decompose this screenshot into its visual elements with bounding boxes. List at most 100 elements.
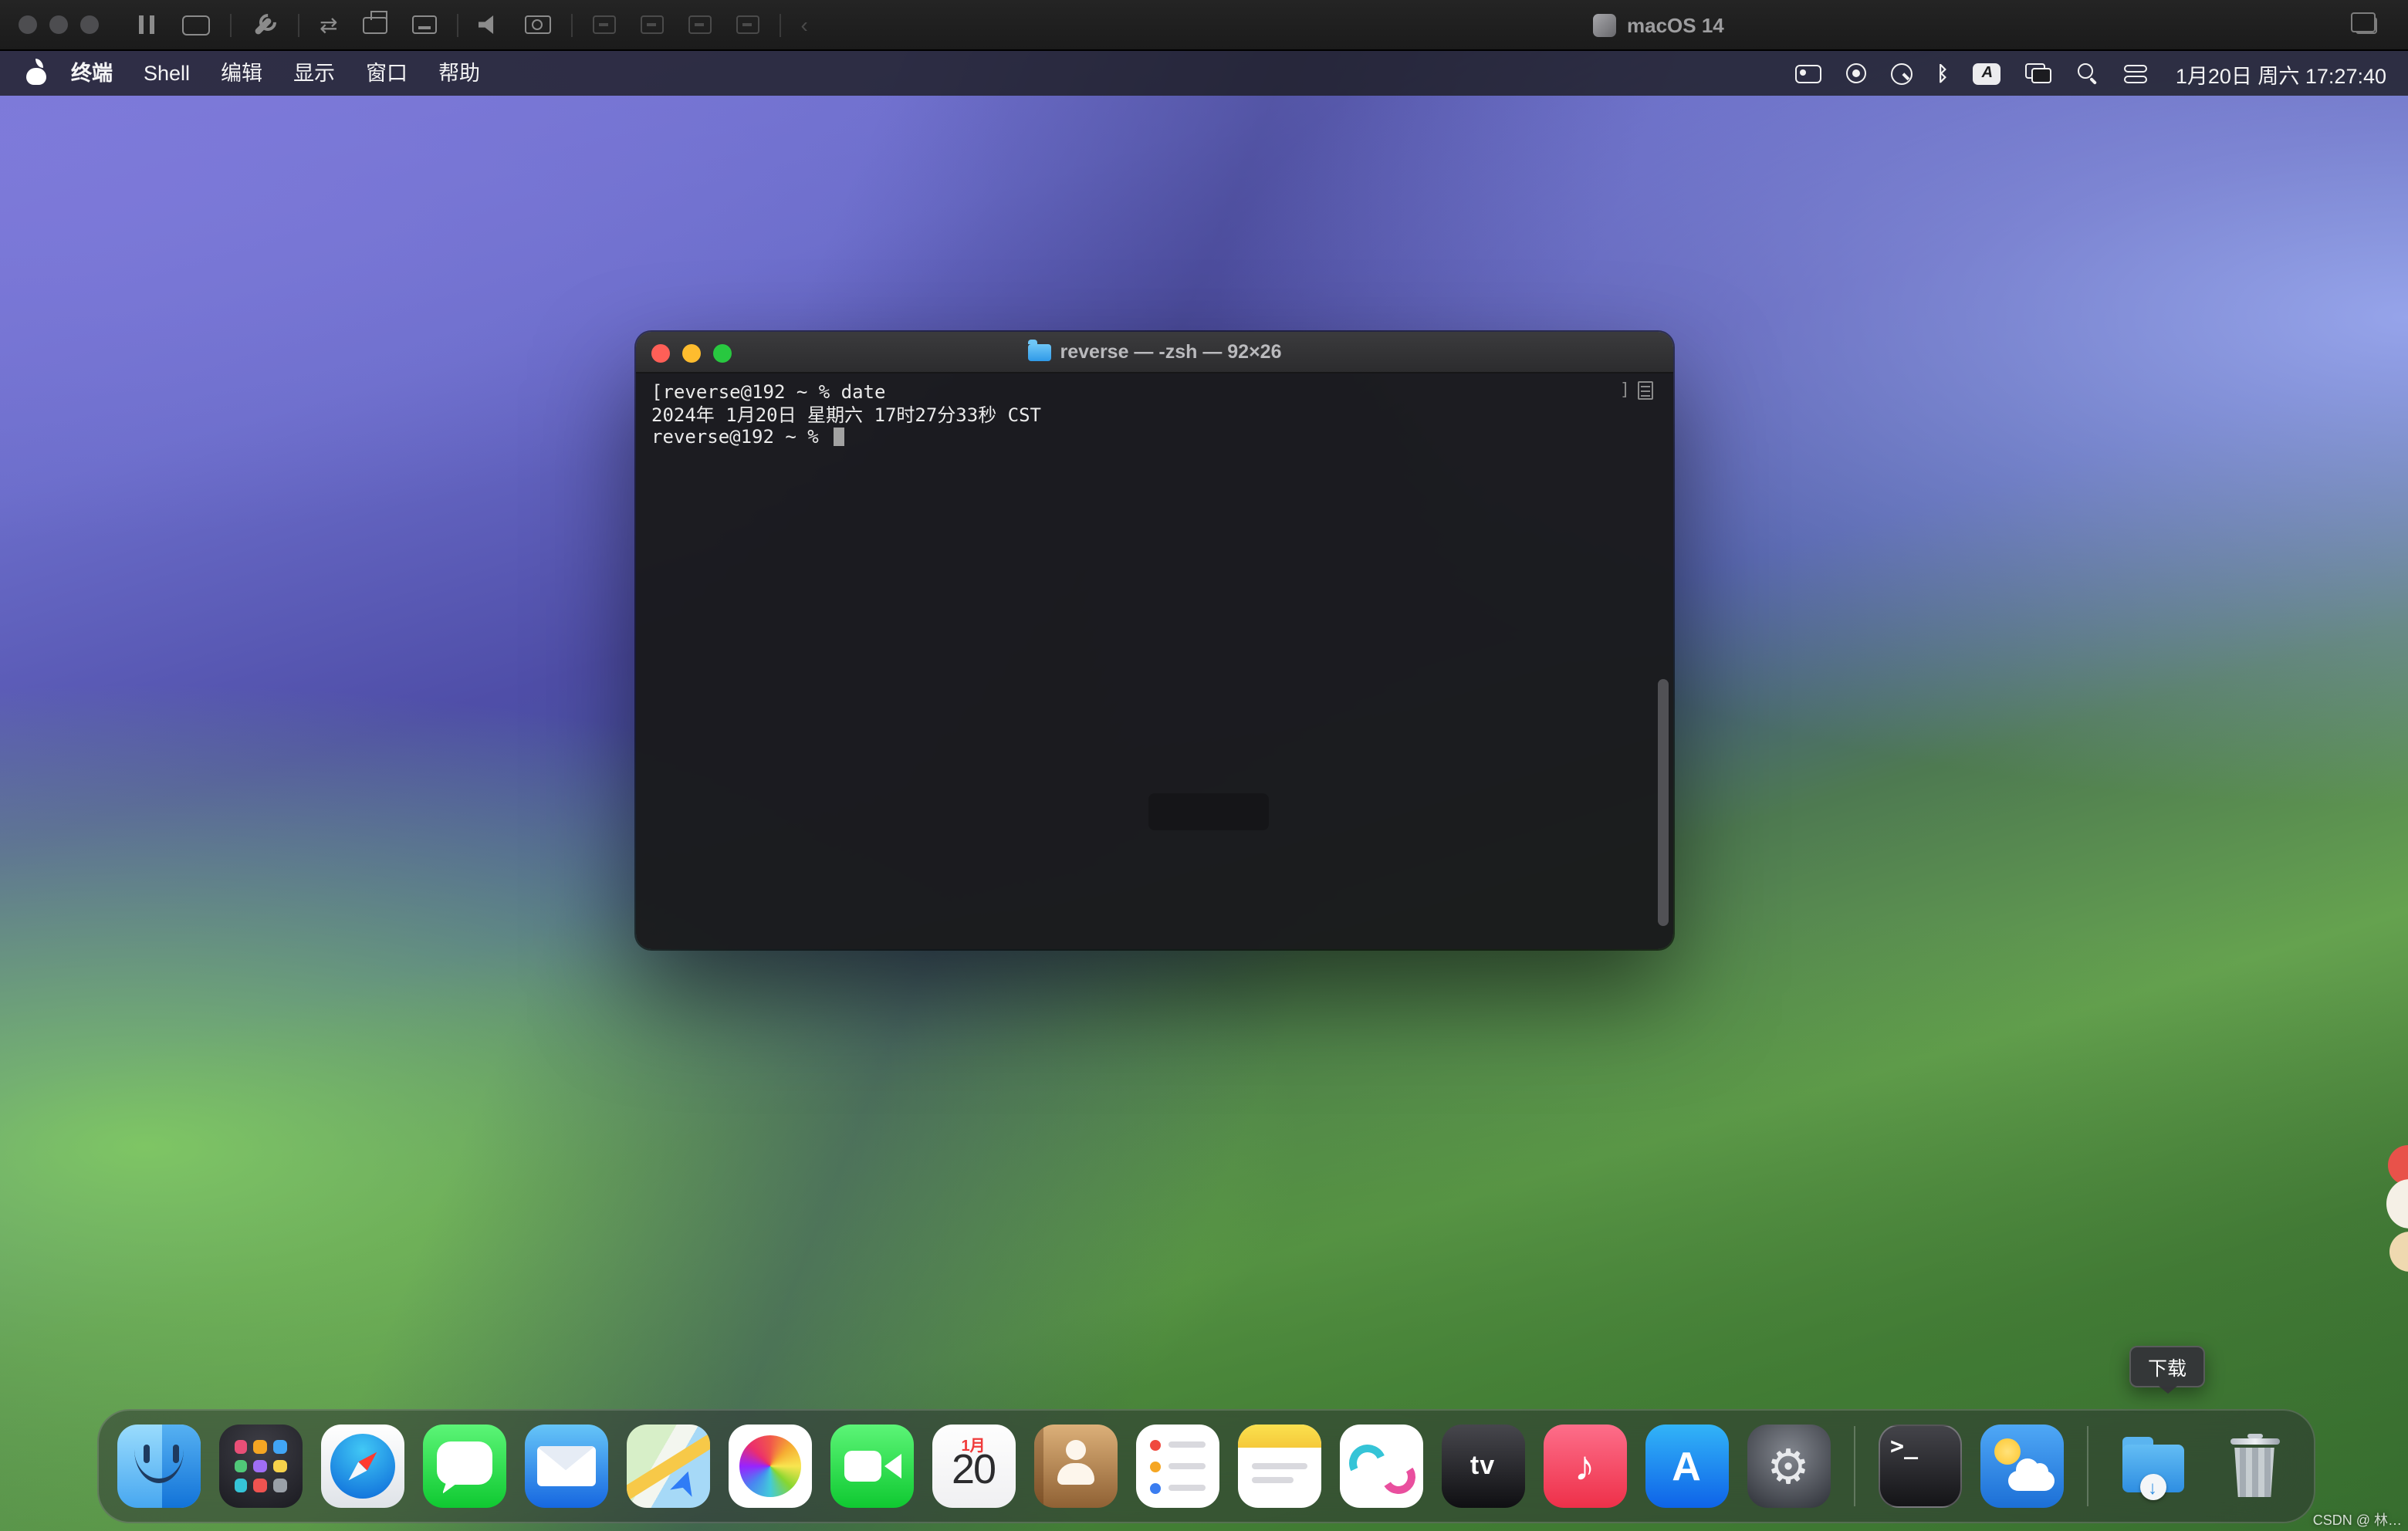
pause-icon[interactable] — [136, 15, 157, 34]
dock-maps-icon[interactable] — [626, 1425, 709, 1508]
bluetooth-icon[interactable]: ᛒ — [1924, 51, 1961, 96]
artifact-smudge — [1148, 793, 1269, 830]
vm-zoom-button[interactable] — [80, 15, 99, 34]
terminal-titlebar[interactable]: reverse — -zsh — 92×26 — [636, 332, 1673, 373]
inspector-icon[interactable] — [1638, 382, 1653, 400]
camera-icon[interactable] — [524, 15, 550, 34]
scrollbar-thumb[interactable] — [1658, 679, 1669, 926]
menu-bar: 终端 Shell 编辑 显示 窗口 帮助 ᛒ A 1月20日 周六 17:27:… — [0, 51, 2408, 96]
apple-menu-icon[interactable] — [15, 51, 56, 96]
terminal-prompt-text: reverse@192 ~ % — [651, 426, 830, 448]
menu-edit[interactable]: 编辑 — [205, 51, 278, 96]
dock-tv-icon[interactable]: tv — [1441, 1425, 1524, 1508]
dock-terminal-icon[interactable]: >_ — [1878, 1425, 1961, 1508]
download-arrow-glyph: ↓ — [2148, 1478, 2157, 1496]
dock-system-settings-icon[interactable]: ⚙ — [1747, 1425, 1830, 1508]
toolbar-separator — [779, 13, 780, 36]
prompt-mark-open: [ — [651, 381, 662, 403]
toolbar-separator — [230, 13, 232, 36]
vm-minimize-button[interactable] — [49, 15, 68, 34]
network-icon[interactable] — [640, 15, 663, 34]
appstore-glyph: A — [1672, 1446, 1701, 1486]
menu-window[interactable]: 窗口 — [350, 51, 423, 96]
dock-freeform-icon[interactable] — [1339, 1425, 1422, 1508]
dock-finder-icon[interactable] — [117, 1425, 200, 1508]
vm-title: macOS 14 — [1593, 0, 1724, 51]
dock-facetime-icon[interactable] — [830, 1425, 913, 1508]
restore-window-icon[interactable] — [2356, 16, 2377, 33]
input-source-label: A — [1973, 63, 2001, 84]
tv-icon-label: tv — [1470, 1451, 1495, 1482]
terminal-line-output: 2024年 1月20日 星期六 17时27分33秒 CST — [651, 404, 1658, 426]
dock-trash-icon[interactable] — [2213, 1425, 2296, 1508]
terminal-line-prompt: reverse@192 ~ % — [651, 426, 1658, 448]
dock-notes-icon[interactable] — [1237, 1425, 1321, 1508]
dock-appstore-icon[interactable]: A — [1645, 1425, 1728, 1508]
terminal-window-controls — [651, 344, 732, 363]
dock: 1月 20 tv ♪ A ⚙ >_ — [97, 1409, 2315, 1523]
usb-icon[interactable] — [592, 15, 615, 34]
snapshot-icon[interactable] — [736, 15, 759, 34]
input-source-icon[interactable]: A — [1961, 51, 2014, 96]
downloads-tooltip: 下载 — [2129, 1346, 2205, 1387]
macos-badge-icon — [1593, 14, 1616, 37]
dock-separator — [2086, 1426, 2088, 1506]
dock-reminders-icon[interactable] — [1135, 1425, 1219, 1508]
airplay-icon[interactable] — [1833, 51, 1878, 96]
zoom-button[interactable] — [713, 344, 732, 363]
settings-wrench-icon[interactable] — [252, 12, 278, 37]
resize-arrows-icon[interactable]: ⇄ — [320, 14, 337, 35]
terminal-glyph: >_ — [1890, 1432, 1918, 1460]
desktop-sticker — [2379, 1145, 2408, 1293]
screen-mirroring-icon[interactable] — [2014, 51, 2065, 96]
terminal-command-text: reverse@192 ~ % date — [662, 381, 885, 403]
vm-close-button[interactable] — [19, 15, 37, 34]
dock-messages-icon[interactable] — [422, 1425, 506, 1508]
dock-contacts-icon[interactable] — [1033, 1425, 1117, 1508]
display-status-icon[interactable] — [1782, 51, 1833, 96]
menu-view[interactable]: 显示 — [278, 51, 350, 96]
menu-terminal[interactable]: 终端 — [56, 51, 128, 96]
terminal-title: reverse — -zsh — 92×26 — [1028, 341, 1282, 363]
spotlight-icon[interactable] — [2065, 51, 2112, 96]
control-center-icon[interactable] — [2112, 51, 2160, 96]
virtual-machine-display-icon[interactable] — [182, 15, 210, 35]
minimize-button[interactable] — [682, 344, 701, 363]
terminal-margin-marks: ] — [1620, 380, 1653, 402]
chevron-left-icon[interactable]: ‹ — [800, 14, 807, 35]
terminal-cursor — [833, 428, 844, 446]
vm-toolbar: ⇄ ‹ macOS 14 — [0, 0, 2408, 51]
menu-bar-status: ᛒ A 1月20日 周六 17:27:40 — [1782, 51, 2393, 96]
vm-title-label: macOS 14 — [1627, 14, 1724, 37]
dock-music-icon[interactable]: ♪ — [1543, 1425, 1626, 1508]
terminal-title-label: reverse — -zsh — 92×26 — [1060, 341, 1282, 363]
terminal-window[interactable]: reverse — -zsh — 92×26 [reverse@192 ~ % … — [636, 332, 1673, 949]
menu-help[interactable]: 帮助 — [423, 51, 495, 96]
toolbar-separator — [570, 13, 572, 36]
dock-photos-icon[interactable] — [728, 1425, 811, 1508]
screen: ⇄ ‹ macOS 14 终端 Shell 编辑 显示 窗口 帮助 — [0, 0, 2408, 1531]
menu-shell[interactable]: Shell — [128, 51, 205, 96]
downloads-tooltip-label: 下载 — [2148, 1358, 2186, 1380]
dock-weather-icon[interactable] — [1980, 1425, 2063, 1508]
music-note-glyph: ♪ — [1574, 1445, 1595, 1487]
toolbar-separator — [298, 13, 299, 36]
calendar-day-label: 20 — [932, 1446, 1015, 1494]
dock-downloads-icon[interactable]: ↓ — [2111, 1425, 2194, 1508]
sound-icon[interactable] — [478, 15, 499, 34]
dock-launchpad-icon[interactable] — [218, 1425, 302, 1508]
close-button[interactable] — [651, 344, 670, 363]
toolbar-separator — [456, 13, 458, 36]
dock-mail-icon[interactable] — [524, 1425, 607, 1508]
vm-window-controls — [19, 15, 99, 34]
dock-safari-icon[interactable] — [320, 1425, 404, 1508]
printer-icon[interactable] — [362, 16, 387, 33]
shared-folder-icon[interactable] — [688, 15, 711, 34]
dock-separator — [1853, 1426, 1855, 1506]
folder-icon — [1028, 343, 1051, 360]
menu-bar-clock[interactable]: 1月20日 周六 17:27:40 — [2160, 58, 2393, 89]
removable-disk-icon[interactable] — [411, 15, 436, 34]
gauge-icon[interactable] — [1878, 51, 1924, 96]
dock-calendar-icon[interactable]: 1月 20 — [932, 1425, 1015, 1508]
terminal-content[interactable]: [reverse@192 ~ % date 2024年 1月20日 星期六 17… — [636, 373, 1673, 949]
